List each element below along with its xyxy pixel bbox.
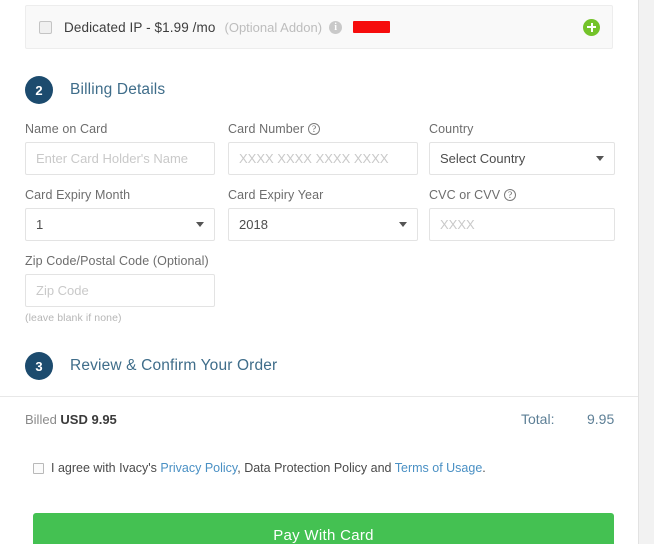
agreement-row[interactable]: I agree with Ivacy's Privacy Policy, Dat… [33,461,486,475]
agreement-text: I agree with Ivacy's Privacy Policy, Dat… [51,461,486,475]
addon-optional-note: (Optional Addon) [225,20,323,35]
step-3-header: 3 Review & Confirm Your Order [25,352,277,380]
step-2-badge: 2 [25,76,53,104]
card-number-placeholder: XXXX XXXX XXXX XXXX [239,151,389,166]
field-group-expiry-month: Card Expiry Month 1 [25,188,215,241]
country-label: Country [429,122,615,136]
step-3-title: Review & Confirm Your Order [70,357,277,375]
cvc-label: CVC or CVV ? [429,188,615,202]
info-icon[interactable]: i [329,21,342,34]
summary-divider [0,396,638,397]
step-2-header: 2 Billing Details [25,76,165,104]
addon-checkbox[interactable] [39,21,52,34]
cvc-label-text: CVC or CVV [429,188,500,202]
field-group-cvc: CVC or CVV ? XXXX [429,188,615,241]
cvc-placeholder: XXXX [440,217,475,232]
expiry-year-label: Card Expiry Year [228,188,418,202]
billed-prefix: Billed [25,412,57,427]
country-selected-value: Select Country [440,151,525,166]
addon-label: Dedicated IP - $1.99 /mo [64,20,216,35]
field-group-expiry-year: Card Expiry Year 2018 [228,188,418,241]
expiry-month-select[interactable]: 1 [25,208,215,241]
name-on-card-placeholder: Enter Card Holder's Name [36,151,188,166]
agreement-text-before: I agree with Ivacy's [51,461,160,475]
step-3-badge: 3 [25,352,53,380]
field-group-country: Country Select Country [429,122,615,175]
zip-label: Zip Code/Postal Code (Optional) [25,254,215,268]
card-number-help-icon[interactable]: ? [308,123,320,135]
country-select[interactable]: Select Country [429,142,615,175]
expiry-year-select[interactable]: 2018 [228,208,418,241]
field-group-card-number: Card Number ? XXXX XXXX XXXX XXXX [228,122,418,175]
terms-of-usage-link[interactable]: Terms of Usage [395,461,483,475]
checkout-page-viewport: Dedicated IP - $1.99 /mo (Optional Addon… [0,0,654,544]
zip-hint: (leave blank if none) [25,312,215,324]
card-number-label: Card Number ? [228,122,418,136]
redaction-bar [353,21,390,33]
agreement-text-middle: , Data Protection Policy and [237,461,395,475]
add-addon-plus-icon[interactable] [583,19,600,36]
agreement-text-after: . [482,461,485,475]
billed-amount: Billed USD 9.95 [25,412,117,427]
agreement-checkbox[interactable] [33,463,44,474]
page-right-gutter [638,0,654,544]
chevron-down-icon [596,156,604,161]
zip-placeholder: Zip Code [36,283,89,298]
field-group-name-on-card: Name on Card Enter Card Holder's Name [25,122,215,175]
cvc-input[interactable]: XXXX [429,208,615,241]
privacy-policy-link[interactable]: Privacy Policy [160,461,237,475]
name-on-card-label: Name on Card [25,122,215,136]
total-label: Total: [521,411,554,427]
expiry-month-label: Card Expiry Month [25,188,215,202]
card-number-label-text: Card Number [228,122,304,136]
chevron-down-icon [399,222,407,227]
expiry-month-selected-value: 1 [36,217,43,232]
name-on-card-input[interactable]: Enter Card Holder's Name [25,142,215,175]
zip-input[interactable]: Zip Code [25,274,215,307]
chevron-down-icon [196,222,204,227]
billed-value: USD 9.95 [60,412,116,427]
step-2-title: Billing Details [70,81,165,99]
dedicated-ip-addon-row[interactable]: Dedicated IP - $1.99 /mo (Optional Addon… [25,5,613,49]
total-value: 9.95 [587,411,614,427]
checkout-page: Dedicated IP - $1.99 /mo (Optional Addon… [0,0,638,544]
cvc-help-icon[interactable]: ? [504,189,516,201]
card-number-input[interactable]: XXXX XXXX XXXX XXXX [228,142,418,175]
field-group-zip: Zip Code/Postal Code (Optional) Zip Code… [25,254,215,324]
expiry-year-selected-value: 2018 [239,217,268,232]
pay-with-card-button[interactable]: Pay With Card [33,513,614,544]
